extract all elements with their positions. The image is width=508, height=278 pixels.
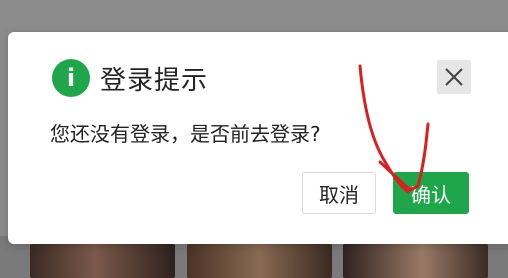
background-thumbnail — [30, 244, 175, 278]
dialog-title: 登录提示 — [100, 65, 209, 96]
dialog-message: 您还没有登录，是否前去登录? — [50, 122, 321, 146]
background-thumbnail — [343, 244, 488, 278]
close-button[interactable] — [437, 60, 471, 94]
info-icon: i — [52, 59, 90, 97]
close-icon — [445, 68, 463, 86]
dialog-header: i 登录提示 — [52, 58, 208, 98]
confirm-button[interactable]: 确认 — [393, 172, 469, 214]
cancel-button[interactable]: 取消 — [302, 172, 376, 214]
page-background: i 登录提示 您还没有登录，是否前去登录? 取消 确认 — [0, 0, 508, 278]
background-thumbnail — [187, 244, 332, 278]
login-prompt-dialog: i 登录提示 您还没有登录，是否前去登录? 取消 确认 — [8, 32, 508, 244]
